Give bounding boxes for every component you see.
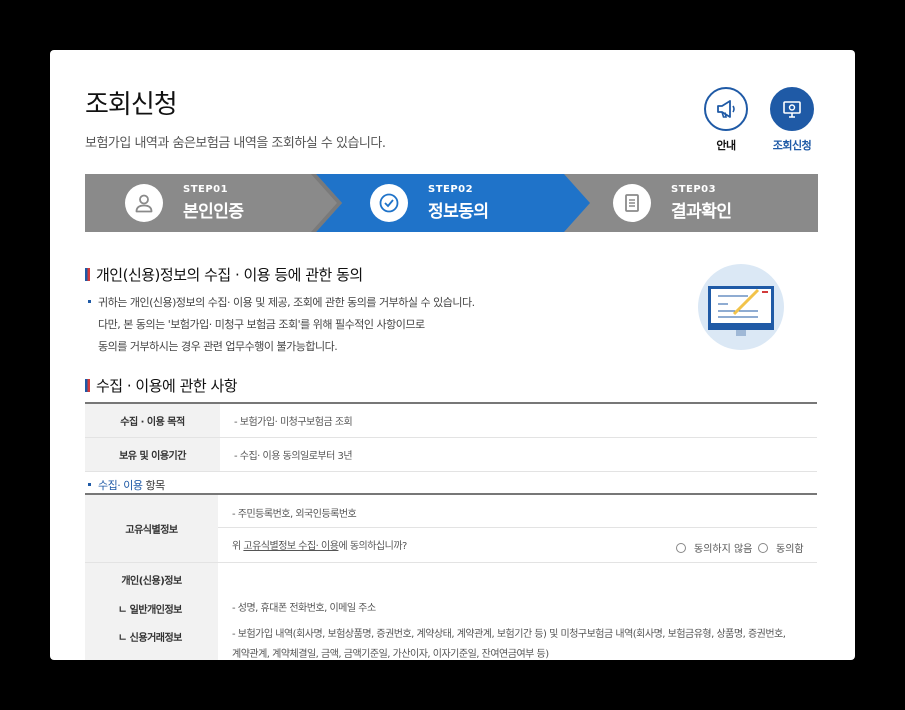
usage-purpose-label: 수집 · 이용 목적 <box>85 403 220 438</box>
collected-items-table: 고유식별정보 - 주민등록번호, 외국인등록번호 위 고유식별정보 수집· 이용… <box>85 493 817 660</box>
consent-notice: 귀하는 개인(신용)정보의 수집· 이용 및 제공, 조회에 관한 동의를 거부… <box>88 292 475 358</box>
consent-line-2: 다만, 본 동의는 '보험가입· 미청구 보험금 조회'를 위해 필수적인 사항… <box>98 318 425 331</box>
bullet-icon <box>88 300 91 303</box>
heading-flag-icon <box>85 268 90 281</box>
inquiry-window: 조회신청 보험가입 내역과 숨은보험금 내역을 조회하실 수 있습니다. 안내 … <box>50 50 855 660</box>
agree-radio[interactable]: 동의함 <box>758 540 804 555</box>
step-progress-bar: STEP01 본인인증 STEP02 정보동의 STEP03 결과확인 <box>85 174 818 232</box>
table-row: 보유 및 이용기간 - 수집· 이용 동의일로부터 3년 <box>85 437 817 472</box>
step-1-name: 본인인증 <box>183 202 244 222</box>
guide-button-label: 안내 <box>716 139 736 152</box>
credit-info-label: ㄴ 신용거래정보 <box>118 633 182 644</box>
step-2-name: 정보동의 <box>428 202 489 222</box>
retention-period-label: 보유 및 이용기간 <box>85 437 220 472</box>
bullet-icon <box>88 483 91 486</box>
consent-line-1: 귀하는 개인(신용)정보의 수집· 이용 및 제공, 조회에 관한 동의를 거부… <box>98 296 475 309</box>
collected-items-heading: 수집· 이용 항목 <box>88 477 165 493</box>
table-row: 수집 · 이용 목적 - 보험가입· 미청구보험금 조회 <box>85 403 817 438</box>
inquiry-button-label: 조회신청 <box>772 139 812 152</box>
check-circle-icon <box>379 193 399 213</box>
monitor-icon <box>783 101 801 118</box>
unique-id-value: - 주민등록번호, 외국인등록번호 <box>232 509 357 520</box>
step-2: STEP02 정보동의 <box>370 174 489 232</box>
step-3-name: 결과확인 <box>671 202 732 222</box>
credit-info-value-2: 계약관계, 계약체결일, 금액, 금액기준일, 가산이자, 이자기준일, 잔여연… <box>232 649 549 660</box>
usage-table: 수집 · 이용 목적 - 보험가입· 미청구보험금 조회 보유 및 이용기간 -… <box>85 402 817 472</box>
inquiry-button[interactable]: 조회신청 <box>762 87 822 153</box>
step-1: STEP01 본인인증 <box>125 174 244 232</box>
personal-info-column: 개인(신용)정보 ㄴ 일반개인정보 ㄴ 신용거래정보 <box>85 563 218 660</box>
step-2-number: STEP02 <box>428 184 474 195</box>
step-1-number: STEP01 <box>183 184 229 195</box>
general-info-label: ㄴ 일반개인정보 <box>118 605 182 616</box>
megaphone-icon <box>717 100 735 118</box>
usage-purpose-value: - 보험가입· 미청구보험금 조회 <box>220 403 817 438</box>
radio-icon <box>676 543 686 553</box>
guide-button[interactable]: 안내 <box>696 87 756 153</box>
general-info-value: - 성명, 휴대폰 전화번호, 이메일 주소 <box>232 603 376 614</box>
retention-period-value: - 수집· 이용 동의일로부터 3년 <box>220 437 817 472</box>
monitor-illustration-icon <box>698 264 784 350</box>
consent-heading: 개인(신용)정보의 수집 · 이용 등에 관한 동의 <box>85 264 363 285</box>
heading-flag-icon <box>85 379 90 392</box>
radio-icon <box>758 543 768 553</box>
person-icon <box>135 194 153 213</box>
page-title: 조회신청 <box>85 90 178 120</box>
usage-heading: 수집 · 이용에 관한 사항 <box>85 375 238 396</box>
page-subtitle: 보험가입 내역과 숨은보험금 내역을 조회하실 수 있습니다. <box>85 136 386 151</box>
unique-id-label: 고유식별정보 <box>85 495 218 562</box>
unique-id-question: 위 고유식별정보 수집· 이용에 동의하십니까? <box>232 541 407 552</box>
disagree-radio[interactable]: 동의하지 않음 <box>676 540 752 555</box>
step-3: STEP03 결과확인 <box>613 174 732 232</box>
step-3-number: STEP03 <box>671 184 717 195</box>
consent-line-3: 동의를 거부하시는 경우 관련 업무수행이 불가능합니다. <box>98 340 338 353</box>
document-icon <box>625 194 639 212</box>
personal-info-label: 개인(신용)정보 <box>121 576 182 587</box>
credit-info-value-1: - 보험가입 내역(회사명, 보험상품명, 증권번호, 계약상태, 계약관계, … <box>232 629 786 640</box>
